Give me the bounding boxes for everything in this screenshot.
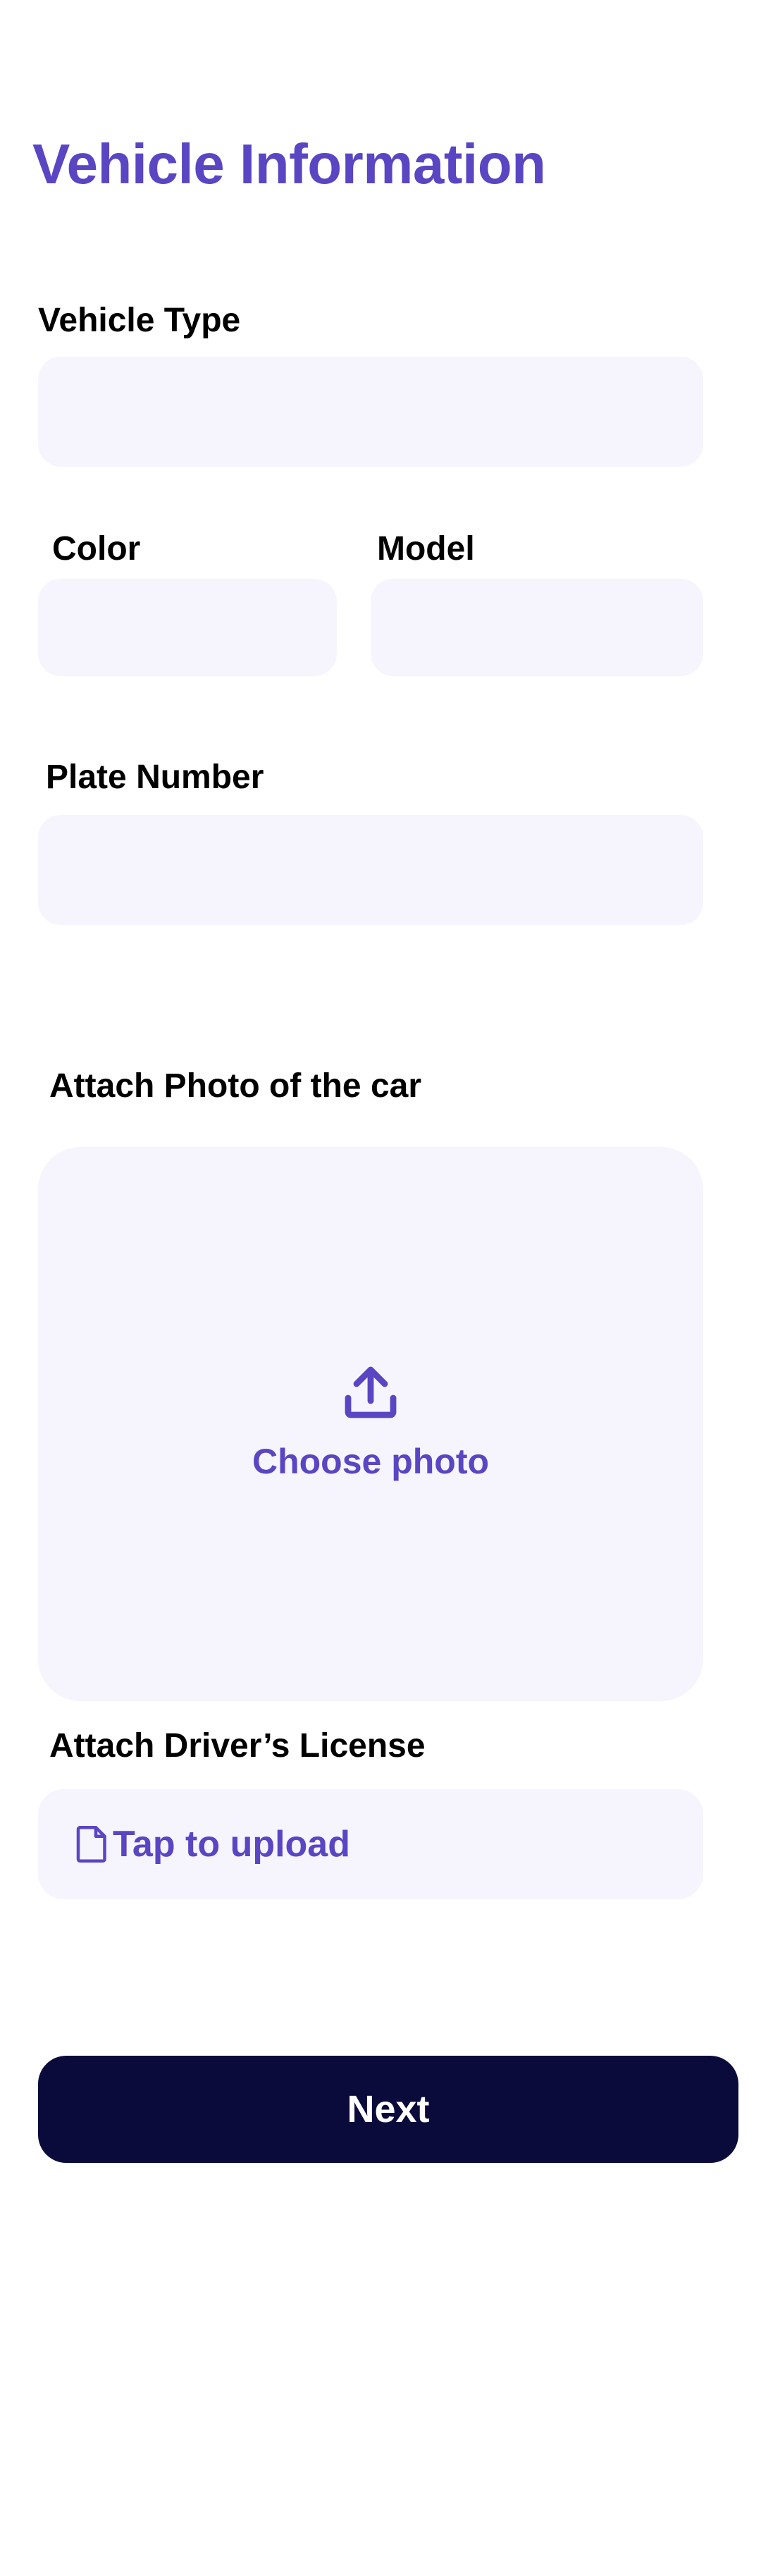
drivers-license-upload-area[interactable]: Tap to upload xyxy=(38,1789,703,1899)
plate-number-label: Plate Number xyxy=(46,759,264,796)
plate-number-input[interactable] xyxy=(38,815,703,925)
choose-photo-label: Choose photo xyxy=(252,1442,490,1481)
upload-icon xyxy=(38,1358,703,1426)
car-photo-label: Attach Photo of the car xyxy=(49,1067,422,1105)
page-title: Vehicle Information xyxy=(32,133,546,195)
color-input[interactable] xyxy=(38,579,337,676)
vehicle-type-label: Vehicle Type xyxy=(38,302,241,339)
car-photo-upload-area[interactable]: Choose photo xyxy=(38,1147,703,1701)
tap-to-upload-label: Tap to upload xyxy=(113,1824,350,1865)
model-label: Model xyxy=(377,530,475,568)
drivers-license-label: Attach Driver’s License xyxy=(49,1727,426,1765)
model-input[interactable] xyxy=(371,579,703,676)
color-label: Color xyxy=(52,530,141,568)
next-button[interactable]: Next xyxy=(38,2056,738,2163)
file-icon xyxy=(73,1823,111,1869)
vehicle-type-input[interactable] xyxy=(38,357,703,467)
